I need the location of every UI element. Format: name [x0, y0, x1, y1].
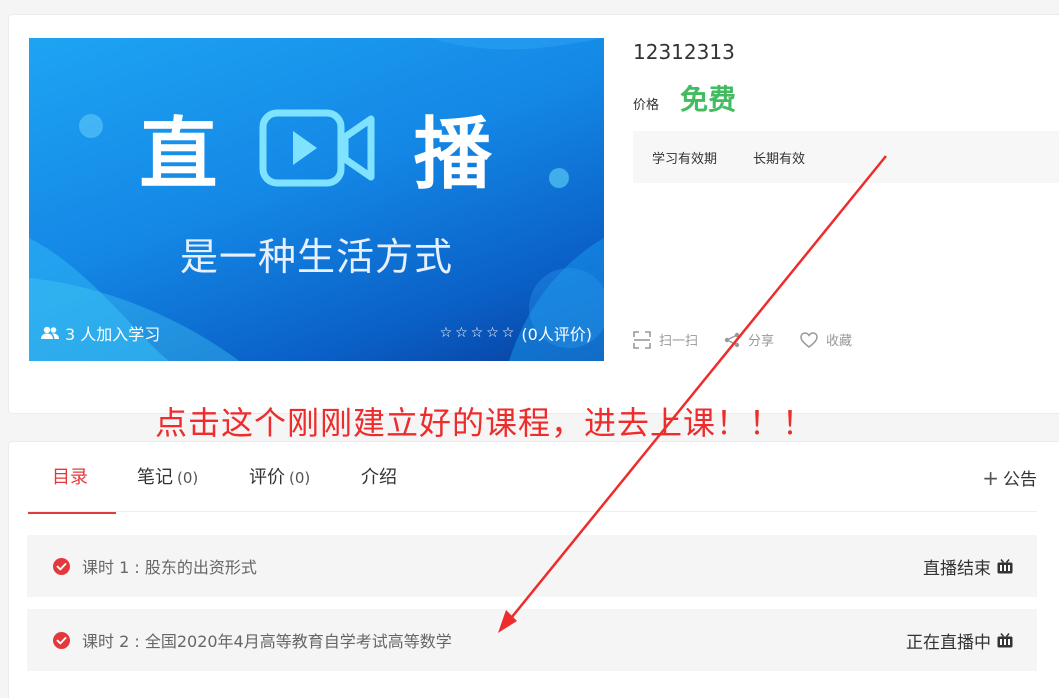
lesson-status: 正在直播中: [906, 628, 1013, 653]
tab-label: 笔记: [137, 467, 173, 488]
lesson-item[interactable]: 课时 1 : 股东的出资形式 直播结束: [27, 535, 1037, 597]
course-cover-image[interactable]: 直 播 是一种生活方式 3 人加入学习 ☆☆☆☆☆ (0人评价): [29, 38, 604, 361]
tab-notes[interactable]: 笔记 (0): [137, 442, 198, 512]
learners-count: 3 人加入学习: [41, 321, 160, 345]
validity-value: 长期有效: [753, 151, 806, 167]
tab-label: 介绍: [361, 467, 397, 488]
announce-label: 公告: [1003, 470, 1037, 490]
course-rating: ☆☆☆☆☆ (0人评价): [440, 321, 592, 345]
validity-label: 学习有效期: [652, 151, 718, 167]
tv-icon: [997, 632, 1013, 647]
favorite-button[interactable]: 收藏: [800, 330, 852, 349]
cover-headline-right: 播: [413, 110, 494, 200]
share-label: 分享: [748, 334, 775, 349]
lesson-title: 课时 1 : 股东的出资形式: [82, 558, 257, 577]
users-icon: [41, 326, 59, 339]
tab-label: 评价: [249, 467, 285, 488]
lesson-status-text: 正在直播中: [906, 632, 991, 653]
star-icon: ☆☆☆☆☆: [439, 325, 518, 341]
share-icon: [724, 332, 740, 347]
validity-row: 学习有效期 长期有效: [633, 131, 1059, 183]
tab-intro[interactable]: 介绍: [361, 442, 401, 512]
lesson-item[interactable]: 课时 2 : 全国2020年4月高等教育自学考试高等数学 正在直播中: [27, 609, 1037, 671]
course-title: 12312313: [633, 40, 735, 64]
tab-reviews[interactable]: 评价 (0): [249, 442, 310, 512]
lesson-status-text: 直播结束: [923, 558, 991, 579]
price-label: 价格: [633, 98, 660, 113]
cover-subtitle: 是一种生活方式: [179, 235, 453, 279]
course-actions: 扫一扫 分享 收藏: [633, 330, 878, 349]
scan-icon: [633, 330, 651, 349]
scan-label: 扫一扫: [659, 334, 699, 349]
plus-icon: +: [982, 466, 999, 490]
course-tabs: 目录 笔记 (0) 评价 (0) 介绍 + 公告: [27, 442, 1037, 514]
tab-catalog[interactable]: 目录: [28, 442, 116, 514]
heart-icon: [800, 331, 818, 348]
cover-headline-left: 直: [139, 110, 220, 200]
check-circle-icon: [53, 631, 70, 649]
video-camera-icon: [259, 109, 374, 187]
learners-count-text: 3 人加入学习: [65, 325, 161, 344]
check-circle-icon: [53, 557, 70, 575]
lesson-status: 直播结束: [923, 554, 1013, 579]
share-button[interactable]: 分享: [724, 330, 774, 349]
scan-button[interactable]: 扫一扫: [633, 330, 698, 349]
cover-headline: 直 播: [29, 92, 604, 204]
tab-label: 目录: [52, 467, 88, 488]
annotation-text: 点击这个刚刚建立好的课程，进去上课！！！: [155, 404, 816, 442]
price-value: 免费: [680, 83, 737, 116]
add-announcement-button[interactable]: + 公告: [982, 442, 1037, 512]
tab-count: (0): [177, 469, 199, 487]
course-content-card: 目录 笔记 (0) 评价 (0) 介绍 + 公告 课时 1 : 股东的出资形式 直播结…: [8, 441, 1059, 698]
favorite-label: 收藏: [826, 334, 853, 349]
rating-text: (0人评价): [521, 325, 592, 344]
lesson-title: 课时 2 : 全国2020年4月高等教育自学考试高等数学: [82, 632, 452, 651]
tv-icon: [997, 558, 1013, 573]
tab-count: (0): [289, 469, 311, 487]
